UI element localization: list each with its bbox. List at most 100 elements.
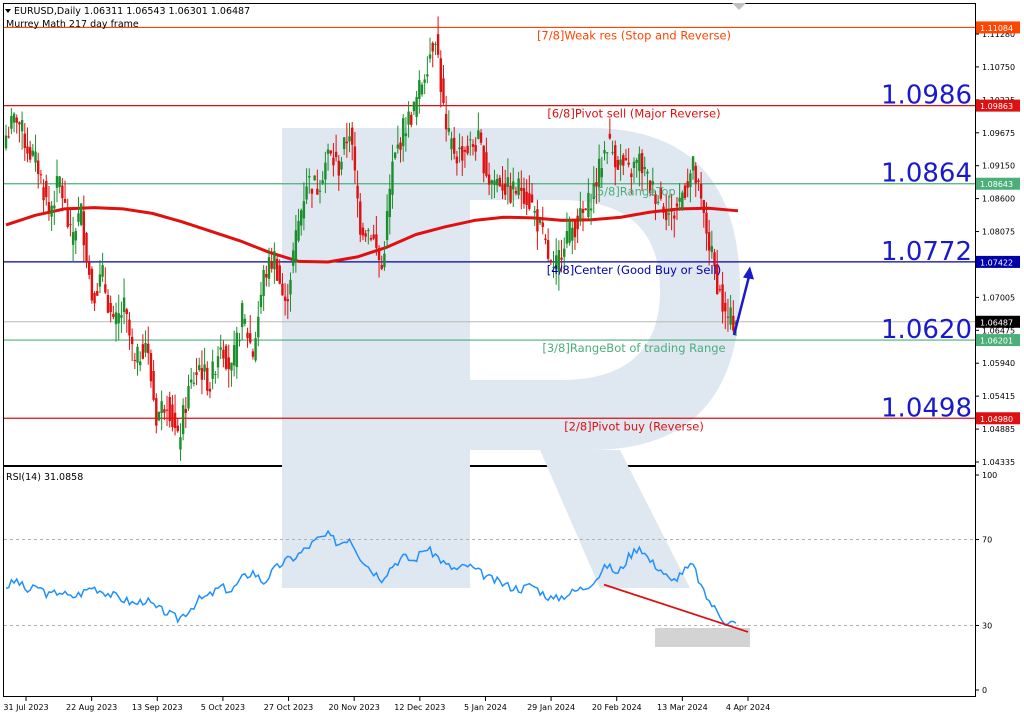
candle-body bbox=[291, 250, 295, 266]
candle-body bbox=[528, 193, 531, 209]
candle-body bbox=[324, 162, 327, 180]
candle-body bbox=[544, 238, 547, 240]
candle-body bbox=[670, 209, 673, 212]
candle-body bbox=[565, 231, 569, 244]
candle-body bbox=[530, 194, 534, 203]
candle-body bbox=[525, 191, 528, 206]
candle-body bbox=[656, 201, 660, 203]
candle-body bbox=[114, 312, 118, 325]
murrey-level-label: [3/8]RangeBot of trading Range bbox=[542, 341, 725, 355]
candle-body bbox=[665, 210, 668, 221]
rsi-tick-label: 70 bbox=[982, 536, 992, 545]
price-tick-label: 1.09675 bbox=[982, 129, 1015, 138]
candle-body bbox=[69, 224, 72, 226]
candle-body bbox=[388, 188, 391, 218]
candle-body bbox=[316, 188, 319, 195]
candle-body bbox=[372, 234, 375, 239]
candle-body bbox=[249, 333, 252, 343]
candle-body bbox=[144, 342, 147, 353]
candle-body bbox=[313, 175, 316, 181]
rsi-tick-label: 100 bbox=[982, 471, 997, 480]
candle-body bbox=[603, 150, 606, 154]
candle-body bbox=[28, 147, 32, 160]
candle-body bbox=[560, 257, 563, 260]
candle-body bbox=[58, 176, 61, 188]
candle-body bbox=[203, 364, 206, 372]
candle-body bbox=[176, 425, 179, 432]
candle-body bbox=[512, 181, 515, 190]
candle-body bbox=[87, 262, 91, 275]
candle-body bbox=[18, 122, 21, 125]
candle-body bbox=[66, 207, 69, 227]
candle-body bbox=[461, 146, 464, 161]
murrey-level-label: [7/8]Weak res (Stop and Reverse) bbox=[537, 28, 731, 42]
candle-body bbox=[138, 361, 142, 366]
candle-body bbox=[149, 353, 153, 382]
menu-triangle-icon[interactable] bbox=[5, 9, 11, 13]
rsi-trend-line bbox=[603, 583, 749, 633]
candle-body bbox=[477, 130, 480, 139]
level-price-tag-text: 1.08643 bbox=[980, 180, 1013, 189]
candle-body bbox=[393, 152, 397, 159]
candle-body bbox=[262, 269, 265, 297]
candle-body bbox=[646, 171, 649, 174]
candle-body bbox=[77, 213, 80, 222]
candle-body bbox=[702, 200, 705, 213]
candle-body bbox=[82, 211, 86, 246]
candle-body bbox=[410, 114, 413, 125]
candle-body bbox=[305, 186, 308, 200]
candle-body bbox=[608, 133, 612, 139]
x-tick-label: 13 Sep 2023 bbox=[132, 703, 183, 712]
candle-body bbox=[402, 118, 405, 147]
candle-body bbox=[42, 187, 45, 201]
level-big-label: 1.0620 bbox=[881, 315, 972, 345]
candle-body bbox=[340, 161, 343, 170]
candle-body bbox=[377, 247, 381, 261]
candle-body bbox=[300, 210, 303, 226]
candle-body bbox=[47, 202, 51, 213]
candle-body bbox=[420, 84, 424, 95]
candle-body bbox=[152, 370, 155, 400]
candle-body bbox=[415, 96, 418, 117]
candle-body bbox=[380, 264, 383, 269]
candle-body bbox=[471, 144, 475, 147]
candle-body bbox=[26, 146, 29, 154]
candle-body bbox=[112, 313, 115, 317]
candle-body bbox=[579, 208, 582, 221]
x-tick-label: 29 Jan 2024 bbox=[527, 703, 575, 712]
x-tick-label: 31 Jul 2023 bbox=[3, 703, 48, 712]
candle-body bbox=[385, 211, 389, 241]
candle-body bbox=[662, 206, 665, 213]
candle-body bbox=[404, 133, 408, 137]
candle-body bbox=[635, 159, 638, 163]
candle-body bbox=[434, 43, 437, 45]
candle-body bbox=[705, 212, 708, 234]
candle-body bbox=[168, 397, 171, 422]
x-tick-label: 22 Aug 2023 bbox=[66, 703, 117, 712]
candle-body bbox=[71, 232, 75, 245]
candle-body bbox=[337, 160, 340, 176]
candle-body bbox=[597, 158, 601, 188]
candle-body bbox=[426, 74, 429, 77]
candle-body bbox=[581, 209, 585, 213]
candle-body bbox=[31, 150, 35, 156]
candle-body bbox=[96, 290, 99, 296]
candle-body bbox=[235, 332, 239, 367]
candle-body bbox=[681, 192, 684, 208]
candle-body bbox=[600, 168, 604, 178]
candle-body bbox=[98, 274, 102, 287]
candle-body bbox=[573, 220, 577, 238]
candle-body bbox=[125, 309, 128, 315]
candle-body bbox=[444, 113, 448, 130]
candle-body bbox=[407, 111, 410, 125]
price-tick-label: 1.07005 bbox=[982, 293, 1015, 302]
candle-body bbox=[214, 374, 217, 376]
candle-body bbox=[37, 160, 40, 175]
candle-body bbox=[396, 144, 400, 149]
candle-body bbox=[200, 368, 204, 380]
candle-body bbox=[195, 372, 198, 375]
rsi-panel-frame bbox=[3, 466, 976, 697]
candle-body bbox=[39, 174, 43, 176]
candle-body bbox=[270, 261, 273, 269]
candle-body bbox=[452, 137, 456, 154]
